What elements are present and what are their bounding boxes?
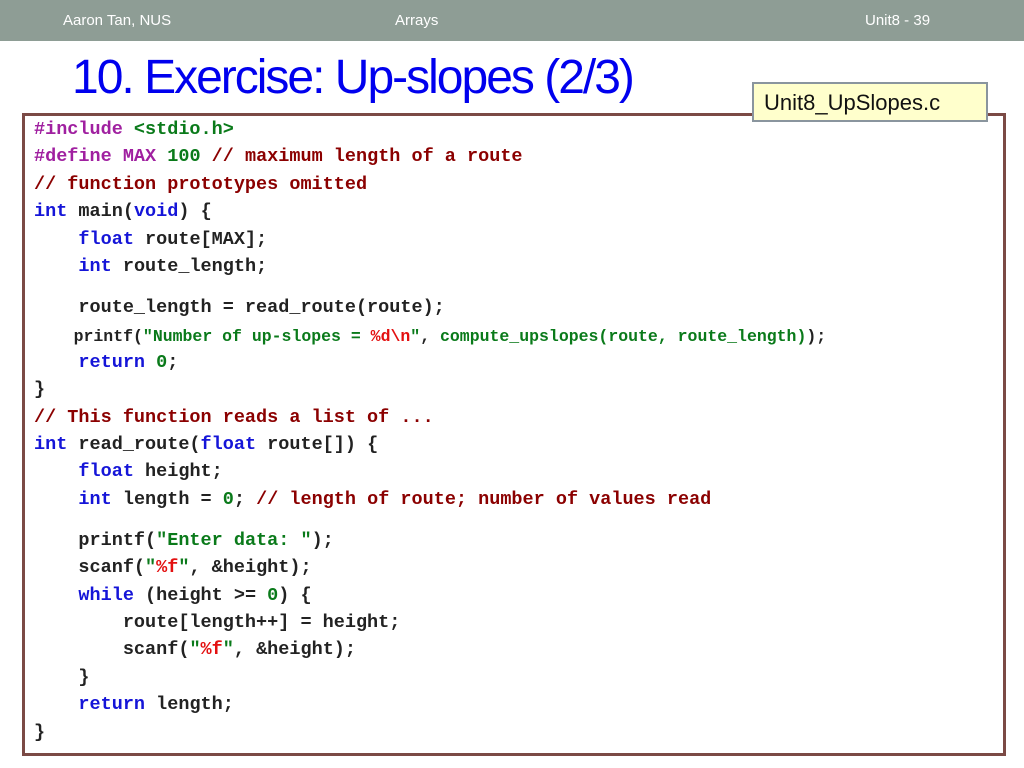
code-token: // This function reads a list of ... — [34, 407, 434, 428]
code-line: return 0; — [34, 352, 178, 373]
code-token: 0 — [222, 489, 234, 510]
code-token: " — [222, 639, 234, 660]
code-line: route[length++] = height; — [34, 612, 401, 633]
code-token: float — [200, 434, 257, 455]
code-token: route_length = read_route(route); — [34, 297, 445, 318]
code-token: route[length++] = height; — [34, 612, 401, 633]
code-token: " — [189, 639, 201, 660]
code-line: int main(void) { — [34, 201, 212, 222]
code-token: } — [34, 722, 46, 743]
code-token: route[MAX]; — [133, 229, 268, 250]
code-token: length = — [111, 489, 223, 510]
slide-title: 10. Exercise: Up-slopes (2/3) — [72, 51, 635, 104]
code-token: <stdio.h> — [133, 119, 234, 140]
code-token: " — [410, 327, 421, 346]
code-token: (height >= — [133, 585, 268, 606]
code-token: #define — [34, 146, 123, 167]
code-line: route_length = read_route(route); — [34, 297, 445, 318]
header-page-number: Unit8 - 39 — [865, 12, 931, 29]
code-token: } — [34, 667, 90, 688]
code-token: // function prototypes omitted — [34, 174, 368, 195]
code-line: while (height >= 0) { — [34, 585, 312, 606]
code-token: route_length; — [111, 256, 268, 277]
code-token: " — [145, 557, 157, 578]
code-listing: #include <stdio.h> #define MAX 100 // ma… — [34, 119, 826, 743]
code-line: } — [34, 379, 45, 400]
code-line: float route[MAX]; — [34, 229, 267, 250]
code-line: // function prototypes omitted — [34, 174, 367, 195]
code-token: 0 — [267, 585, 279, 606]
code-token: while — [78, 585, 134, 606]
code-line: printf("Number of up-slopes = %d\n", com… — [34, 327, 827, 346]
code-line: return length; — [34, 694, 234, 715]
code-line: int length = 0; // length of route; numb… — [34, 489, 711, 510]
code-token: } — [34, 379, 46, 400]
code-token: height; — [133, 461, 223, 482]
code-line: scanf("%f", &height); — [34, 639, 356, 660]
code-token: scanf( — [34, 639, 190, 660]
code-token: return — [78, 352, 146, 373]
code-line: // This function reads a list of ... — [34, 407, 434, 428]
code-token: %d\n — [370, 327, 411, 346]
code-line: #define MAX 100 // maximum length of a r… — [34, 146, 523, 167]
code-line: float height; — [34, 461, 223, 482]
code-line: } — [34, 667, 90, 688]
code-token: printf( — [34, 327, 143, 346]
slide-header: Aaron Tan, NUS Arrays Unit8 - 39 — [0, 0, 1024, 41]
code-token: "Number of up-slopes = — [142, 327, 371, 346]
code-token: void — [133, 201, 179, 222]
code-token: int — [78, 489, 112, 510]
code-token: float — [78, 229, 134, 250]
code-token: #include — [34, 119, 134, 140]
code-token: route[]) { — [256, 434, 379, 455]
code-token: ; — [233, 489, 257, 510]
code-token: int — [78, 256, 112, 277]
code-token: "Enter data: " — [156, 530, 312, 551]
code-token: %f — [200, 639, 223, 660]
code-token: ); — [311, 530, 334, 551]
code-token: ); — [806, 327, 827, 346]
code-line: #include <stdio.h> — [34, 119, 234, 140]
code-token: %f — [156, 557, 179, 578]
code-token: float — [78, 461, 134, 482]
code-token: compute_upslopes(route, route_length) — [440, 327, 807, 346]
code-token: " — [178, 557, 190, 578]
code-token: 100 — [167, 146, 212, 167]
code-token: , — [420, 327, 440, 346]
code-token: 0 — [156, 352, 168, 373]
code-line: } — [34, 722, 45, 743]
code-token: , &height); — [189, 557, 312, 578]
code-token: length; — [145, 694, 234, 715]
code-token: ) { — [178, 201, 212, 222]
code-line: scanf("%f", &height); — [34, 557, 312, 578]
code-token: scanf( — [34, 557, 146, 578]
code-token: printf( — [34, 530, 157, 551]
code-token: main( — [67, 201, 134, 222]
code-token: // length of route; number of values rea… — [256, 489, 712, 510]
code-token: , &height); — [233, 639, 356, 660]
code-token: int — [34, 434, 68, 455]
code-token: ) { — [278, 585, 312, 606]
code-token: // maximum length of a route — [211, 146, 523, 167]
code-token: MAX — [122, 146, 168, 167]
header-topic: Arrays — [395, 12, 439, 29]
code-line: int route_length; — [34, 256, 267, 277]
code-token: ; — [167, 352, 179, 373]
code-line: printf("Enter data: "); — [34, 530, 334, 551]
code-token: return — [78, 694, 146, 715]
code-token: read_route( — [67, 434, 201, 455]
header-author: Aaron Tan, NUS — [63, 12, 172, 29]
code-line: int read_route(float route[]) { — [34, 434, 378, 455]
code-token: int — [34, 201, 68, 222]
file-name-label: Unit8_UpSlopes.c — [752, 82, 988, 122]
